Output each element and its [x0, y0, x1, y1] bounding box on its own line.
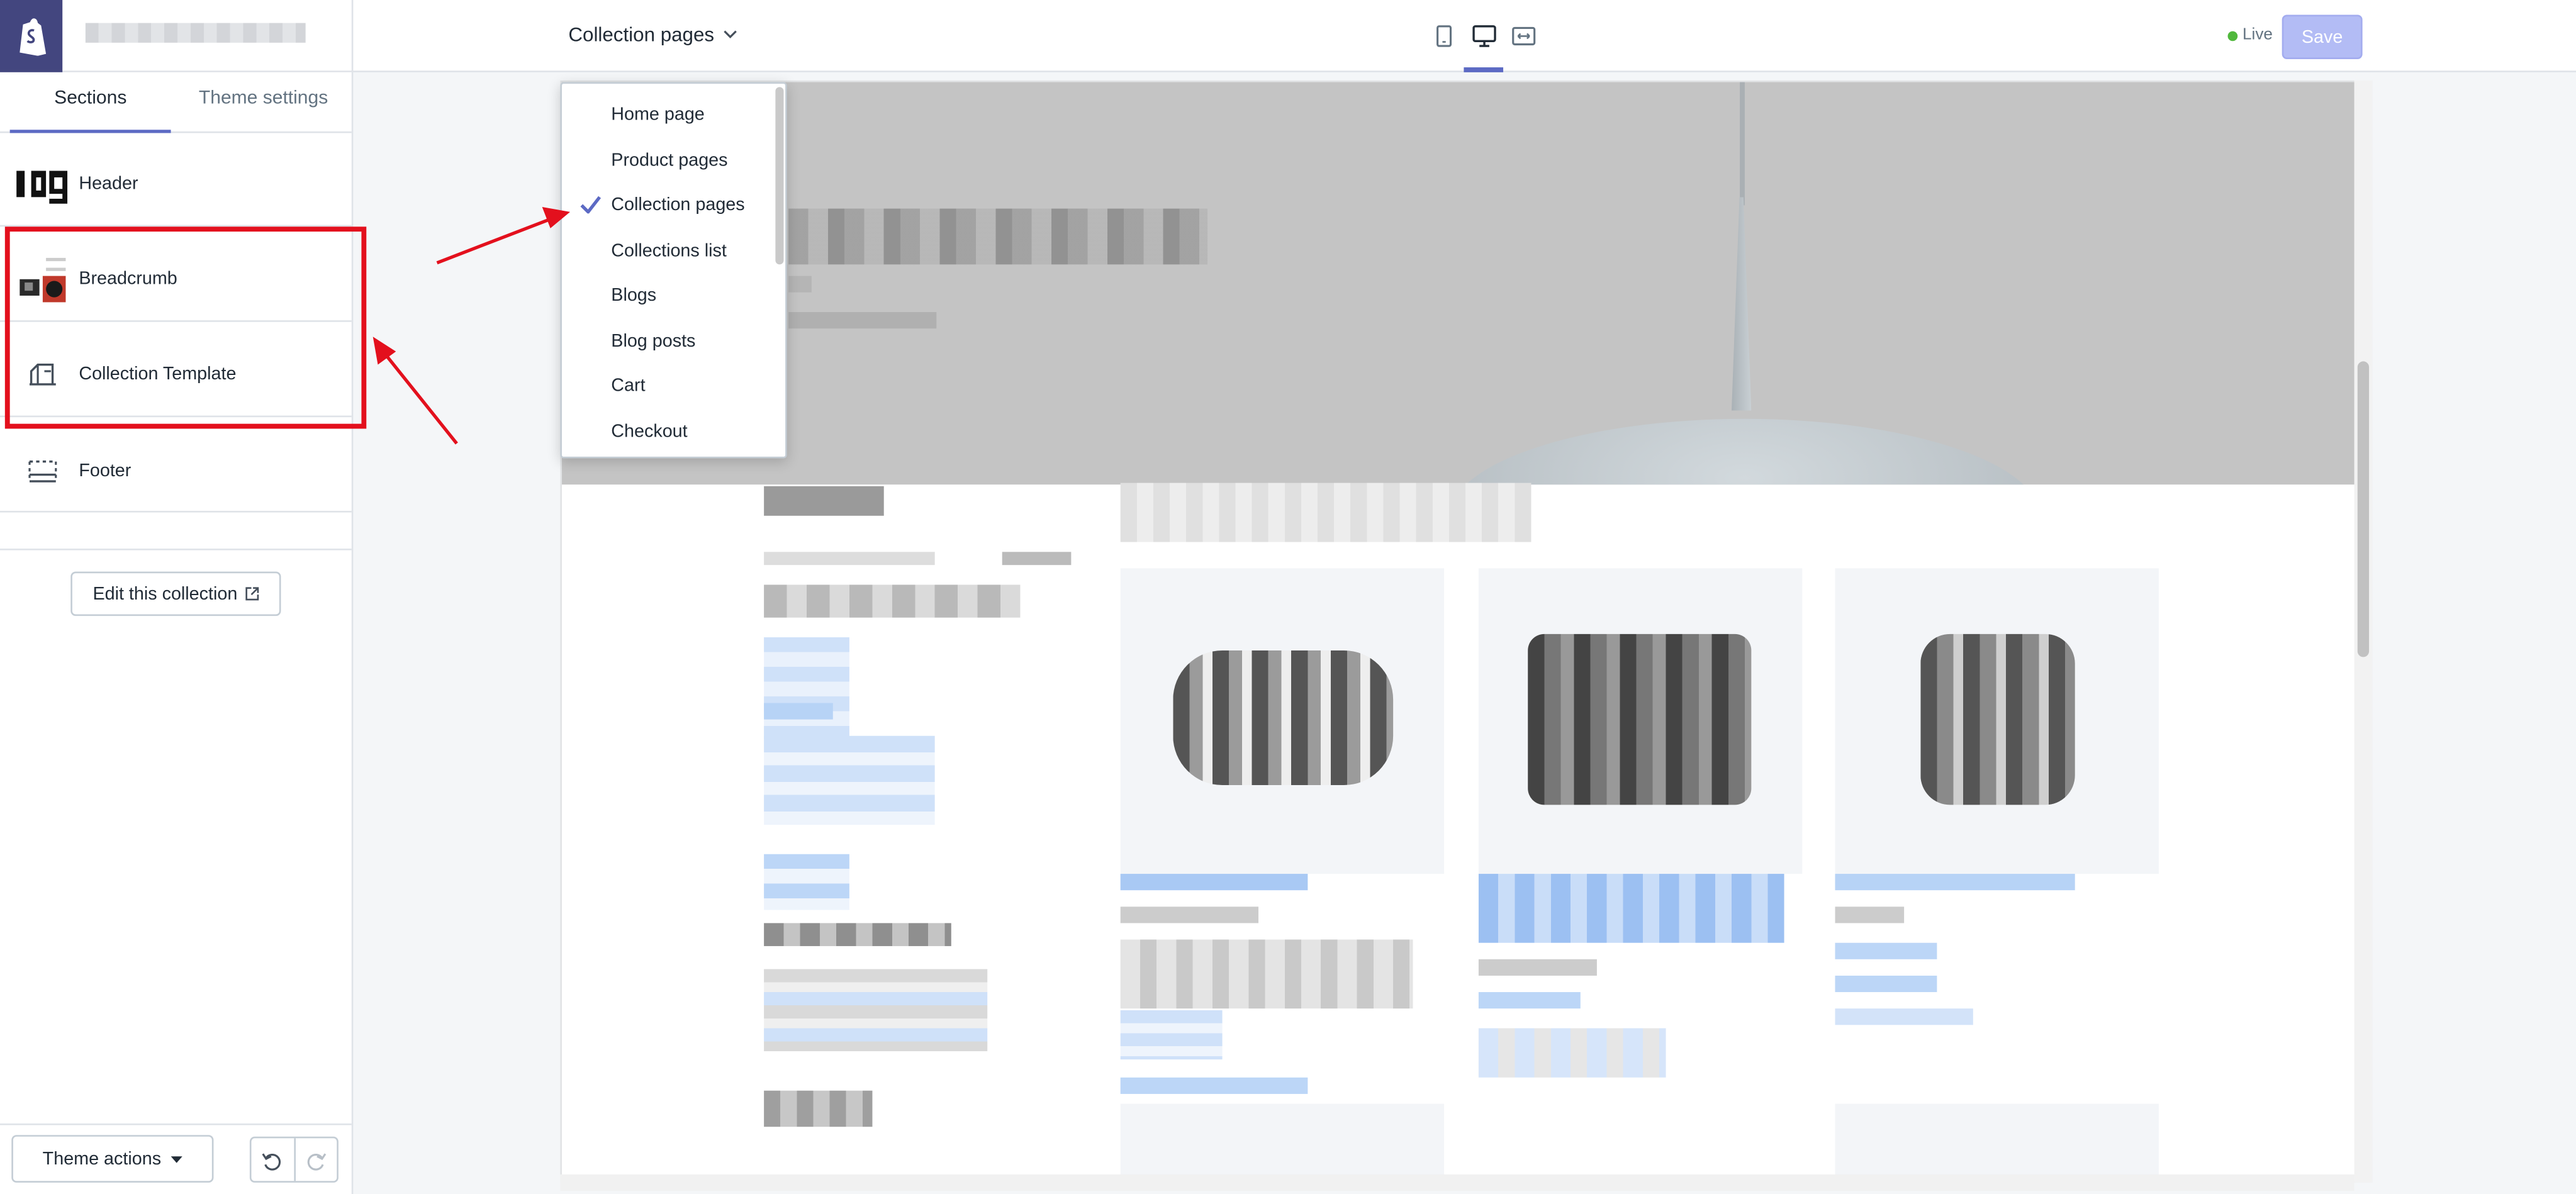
annotation-arrow-to-sections — [372, 337, 458, 445]
annotation-arrows — [372, 206, 571, 445]
annotation-arrow-to-dropdown — [436, 206, 571, 265]
theme-editor: Collection pages Live Save Sections Them… — [0, 0, 2576, 1194]
